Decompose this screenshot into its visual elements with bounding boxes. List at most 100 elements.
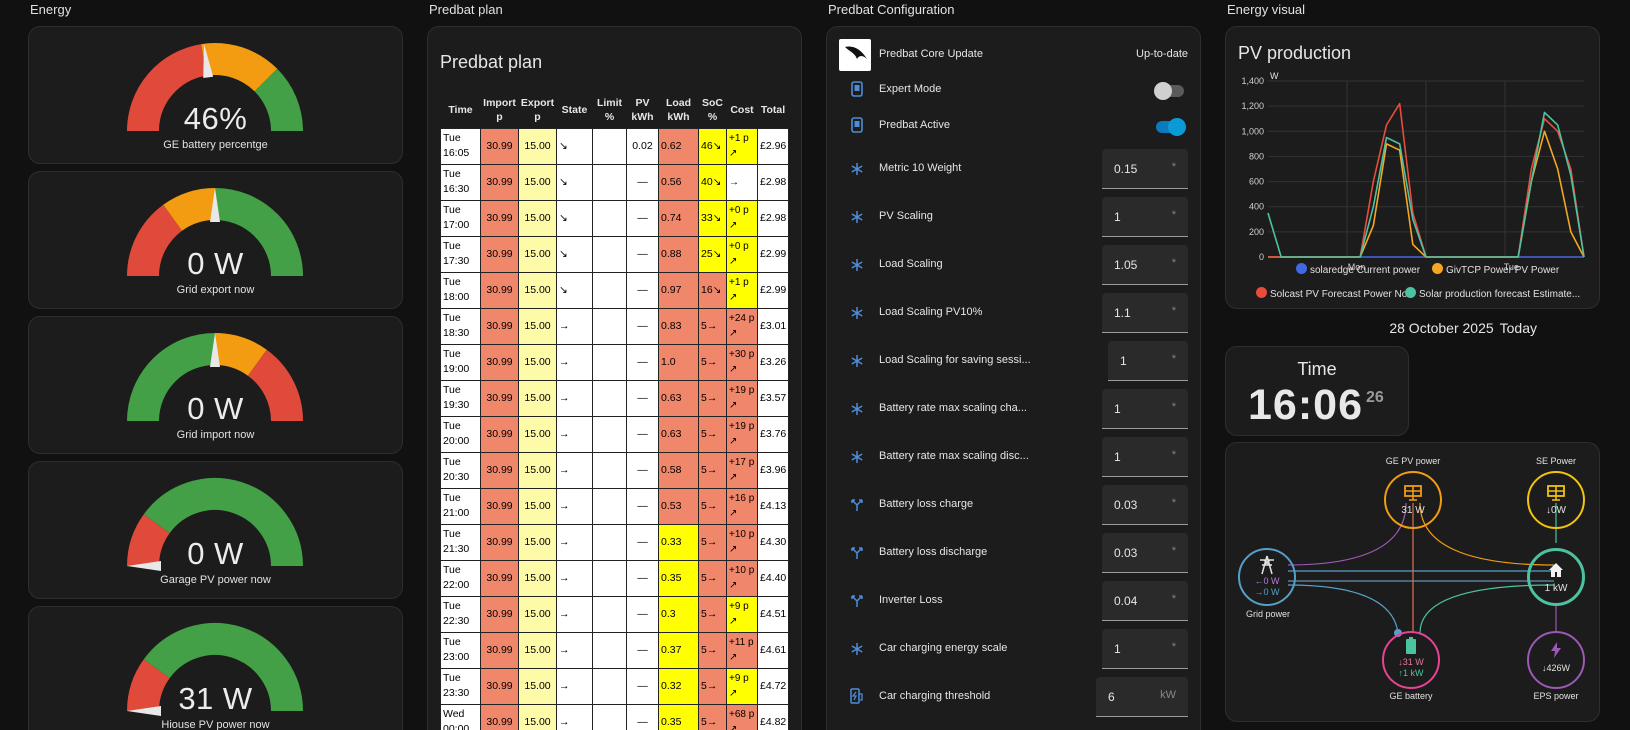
asterisk-icon: [847, 256, 867, 277]
config-number-input[interactable]: 0.15 *: [1102, 149, 1188, 189]
plan-card-title: Predbat plan: [440, 52, 543, 72]
plan-cell: £4.61: [757, 631, 789, 669]
plan-cell: +17 p ↗: [726, 451, 758, 489]
plan-cell: 25↘: [698, 235, 727, 273]
plan-cell: 0.02: [626, 127, 659, 165]
plan-cell: →: [556, 559, 593, 597]
config-number-input[interactable]: 1.05 *: [1102, 245, 1188, 285]
config-number-input[interactable]: 1 *: [1102, 629, 1188, 669]
plan-cell: 30.99: [480, 595, 519, 633]
plan-cell: Tue 22:00: [440, 559, 481, 597]
home-node[interactable]: 1 kW: [1527, 548, 1585, 606]
plan-cell: →: [726, 163, 758, 201]
plan-cell: 0.53: [658, 487, 699, 525]
config-number-input[interactable]: 0.03 *: [1102, 533, 1188, 573]
plan-cell: Tue 23:30: [440, 667, 481, 705]
config-number-input[interactable]: 6 kW: [1096, 677, 1188, 717]
plan-row: Tue 16:30 30.99 15.00 ↘ —0.56 40↘ → £2.98: [440, 163, 789, 201]
battery-in-value: ↑1 kW: [1398, 668, 1424, 678]
plan-cell: ↘: [556, 235, 593, 273]
fork-icon: [847, 544, 867, 565]
plan-cell: £2.98: [757, 163, 789, 201]
plan-cell: →: [556, 631, 593, 669]
plan-cell: 30.99: [480, 631, 519, 669]
plan-cell: £2.99: [757, 271, 789, 309]
config-number-label: Battery loss charge: [879, 498, 974, 510]
pv-legend-item[interactable]: Solcast PV Forecast Power Now: [1256, 287, 1415, 300]
plan-cell: £4.51: [757, 595, 789, 633]
plan-row: Wed 00:00 30.99 15.00 → —0.35 5→ +68 p ↗ £4.82: [440, 703, 789, 730]
config-column-title: Predbat Configuration: [828, 2, 955, 17]
plan-cell: [592, 127, 627, 165]
se-pv-node[interactable]: ↓0W: [1527, 471, 1585, 529]
plan-row: Tue 16:05 30.99 15.00 ↘ 0.02 0.62 46↘ +1 p ↗ £2.…: [440, 127, 789, 165]
pv-legend-item[interactable]: Solar production forecast Estimate...: [1405, 287, 1580, 300]
plan-cell: 5→: [698, 631, 727, 669]
config-number-input[interactable]: 1 *: [1102, 197, 1188, 237]
gauge-card[interactable]: 0 W Grid export now: [28, 171, 403, 309]
config-number-input[interactable]: 1.1 *: [1102, 293, 1188, 333]
eps-node[interactable]: ↓426W: [1527, 631, 1585, 689]
config-number-input[interactable]: 1 *: [1102, 389, 1188, 429]
input-value: 1: [1114, 642, 1121, 656]
plan-cell: 40↘: [698, 163, 727, 201]
pv-legend-item[interactable]: GivTCP Power PV Power: [1432, 263, 1559, 276]
gauge-card[interactable]: 0 W Grid import now: [28, 316, 403, 454]
config-number-input[interactable]: 1 *: [1108, 341, 1188, 381]
plan-cell: 5→: [698, 487, 727, 525]
plan-cell: [592, 271, 627, 309]
plan-cell: [592, 559, 627, 597]
plan-cell: 30.99: [480, 487, 519, 525]
grid-node[interactable]: ←0 W →0 W: [1238, 548, 1296, 606]
plan-cell: →: [556, 523, 593, 561]
config-toggle-switch[interactable]: [1156, 118, 1186, 136]
plan-cell: +0 p ↗: [726, 199, 758, 237]
plan-cell: 5→: [698, 703, 727, 730]
input-value: 1: [1114, 210, 1121, 224]
plan-cell: +9 p ↗: [726, 667, 758, 705]
ge-pv-node[interactable]: 31 W: [1384, 471, 1442, 529]
plan-cell: £4.40: [757, 559, 789, 597]
config-number-input[interactable]: 0.04 *: [1102, 581, 1188, 621]
phone-icon: [847, 81, 867, 102]
asterisk-icon: [847, 448, 867, 469]
plan-cell: 0.63: [658, 415, 699, 453]
clock-seconds: 26: [1366, 389, 1384, 406]
plan-cell: [592, 595, 627, 633]
pv-ytick: 800: [1249, 151, 1264, 161]
plan-cell: —: [626, 451, 659, 489]
config-toggle-switch[interactable]: [1154, 82, 1184, 100]
input-unit: *: [1171, 449, 1176, 461]
pv-ytick: 200: [1249, 227, 1264, 237]
transmission-tower-icon: [1260, 555, 1274, 575]
pv-legend-item[interactable]: solaredge Current power: [1296, 263, 1420, 276]
plan-cell: 0.62: [658, 127, 699, 165]
plan-cell: 0.32: [658, 667, 699, 705]
input-value: 0.04: [1114, 594, 1138, 608]
input-unit: *: [1171, 497, 1176, 509]
plan-column-header: State: [561, 104, 588, 117]
plan-cell: +1 p ↗: [726, 127, 758, 165]
plan-cell: [592, 487, 627, 525]
date-text: 28 October 2025: [1389, 320, 1494, 336]
plan-cell: —: [626, 379, 659, 417]
solar-panel-icon: [1547, 485, 1565, 501]
plan-cell: [592, 451, 627, 489]
gauge-card[interactable]: 0 W Garage PV power now: [28, 461, 403, 599]
input-value: 1.1: [1114, 306, 1131, 320]
lightning-icon: [1551, 642, 1561, 658]
plan-cell: [592, 667, 627, 705]
config-number-input[interactable]: 0.03 *: [1102, 485, 1188, 525]
plan-cell: Tue 22:30: [440, 595, 481, 633]
input-unit: *: [1171, 401, 1176, 413]
config-number-input[interactable]: 1 *: [1102, 437, 1188, 477]
config-number-row: Load Scaling 1.05 *: [827, 243, 1200, 291]
plan-column-header: Time: [448, 104, 473, 117]
pv-ytick: 1,400: [1241, 76, 1264, 86]
battery-node[interactable]: ↓31 W ↑1 kW: [1382, 631, 1440, 689]
gauge-card[interactable]: 46% GE battery percentge: [28, 26, 403, 164]
plan-cell: —: [626, 271, 659, 309]
plan-cell: [592, 523, 627, 561]
gauge-card[interactable]: 31 W Hiouse PV power now: [28, 606, 403, 730]
plan-column-header: Cost: [730, 104, 754, 117]
